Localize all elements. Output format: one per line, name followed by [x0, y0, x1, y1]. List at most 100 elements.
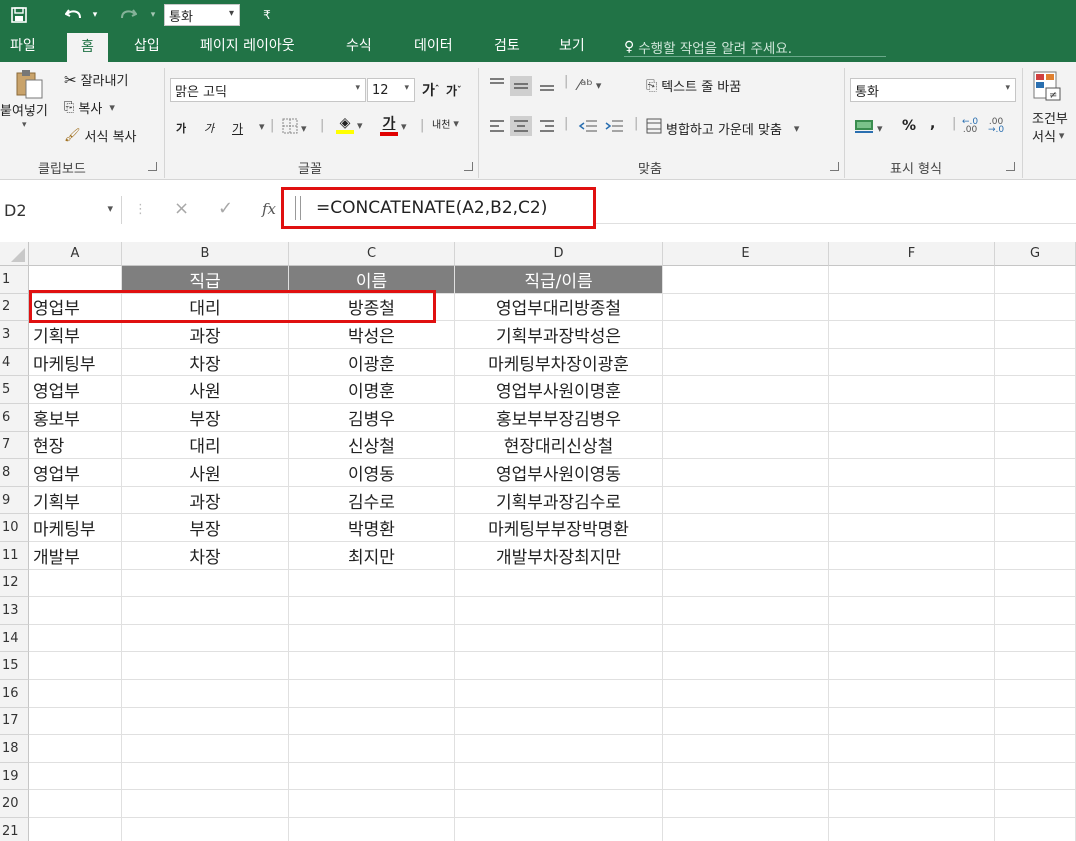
tab-insert[interactable]: 삽입	[132, 30, 162, 62]
cell-d13[interactable]	[455, 597, 663, 625]
cell-g21[interactable]	[995, 818, 1076, 841]
cell-a12[interactable]	[29, 569, 122, 598]
paste-icon[interactable]	[4, 70, 54, 99]
cell-c5[interactable]: 이명훈	[289, 376, 455, 404]
cell-d11[interactable]: 개발부차장최지만	[455, 542, 663, 570]
cell-e13[interactable]	[663, 597, 829, 625]
row-header[interactable]: 11	[0, 542, 29, 570]
font-name-dropdown[interactable]: 맑은 고딕 ▾	[170, 78, 366, 102]
cell-d18[interactable]	[455, 735, 663, 763]
cell-e21[interactable]	[663, 818, 829, 841]
cell-a11[interactable]: 개발부	[29, 542, 122, 570]
cancel-icon[interactable]: ×	[174, 198, 189, 219]
format-painter-button[interactable]: 🖌 서식 복사	[64, 126, 137, 145]
cell-d8[interactable]: 영업부사원이영동	[455, 459, 663, 487]
cell-b6[interactable]: 부장	[122, 404, 289, 432]
cell-e3[interactable]	[663, 321, 829, 349]
cell-c7[interactable]: 신상철	[289, 431, 455, 460]
column-header-g[interactable]: G	[995, 242, 1076, 266]
cell-b7[interactable]: 대리	[122, 431, 289, 460]
cell-c16[interactable]	[289, 680, 455, 708]
increase-decimal-icon[interactable]: ←.0.00	[962, 118, 978, 135]
bold-button[interactable]: 가	[176, 120, 186, 136]
cell-c15[interactable]	[289, 652, 455, 680]
cell-g11[interactable]	[995, 542, 1076, 570]
borders-button[interactable]: ▾	[282, 118, 307, 138]
tab-formulas[interactable]: 수식	[344, 30, 374, 62]
row-header[interactable]: 15	[0, 652, 29, 680]
cell-a14[interactable]	[29, 624, 122, 653]
cell-f3[interactable]	[829, 321, 995, 349]
row-header[interactable]: 1	[0, 266, 29, 294]
cell-c4[interactable]: 이광훈	[289, 348, 455, 377]
cell-c17[interactable]	[289, 707, 455, 736]
row-header[interactable]: 12	[0, 569, 29, 598]
cell-g17[interactable]	[995, 707, 1076, 736]
merge-center-button[interactable]: 병합하고 가운데 맞춤 ▾	[646, 118, 799, 138]
tab-file[interactable]: 파일	[8, 30, 38, 62]
cell-g14[interactable]	[995, 624, 1076, 653]
number-format-dropdown[interactable]: 통화 ▾	[850, 78, 1016, 102]
conditional-format-icon[interactable]: ≠	[1032, 70, 1062, 102]
underline-dropdown-icon[interactable]: ▾	[256, 120, 265, 133]
cell-a5[interactable]: 영업부	[29, 376, 122, 404]
cell-e1[interactable]	[663, 266, 829, 294]
cell-g5[interactable]	[995, 376, 1076, 404]
cell-a19[interactable]	[29, 762, 122, 791]
style-combo[interactable]: 통화 ▾	[164, 4, 240, 26]
align-center-icon[interactable]	[510, 116, 532, 136]
cell-b9[interactable]: 과장	[122, 486, 289, 515]
cell-c20[interactable]	[289, 790, 455, 818]
cell-c6[interactable]: 김병우	[289, 404, 455, 432]
shrink-font-button[interactable]: 가ˇ	[446, 82, 462, 99]
cell-b18[interactable]	[122, 735, 289, 763]
cell-e7[interactable]	[663, 431, 829, 460]
row-header[interactable]: 2	[0, 293, 29, 322]
cell-b13[interactable]	[122, 597, 289, 625]
cell-f21[interactable]	[829, 818, 995, 841]
cell-c11[interactable]: 최지만	[289, 542, 455, 570]
paste-button[interactable]: 붙여넣기	[0, 100, 48, 119]
cell-a9[interactable]: 기획부	[29, 486, 122, 515]
underline-button[interactable]: 가	[232, 120, 243, 137]
cell-c18[interactable]	[289, 735, 455, 763]
row-header[interactable]: 13	[0, 597, 29, 625]
cell-c14[interactable]	[289, 624, 455, 653]
decrease-indent-icon[interactable]	[578, 118, 598, 134]
cell-b10[interactable]: 부장	[122, 514, 289, 542]
cell-a17[interactable]	[29, 707, 122, 736]
cell-f11[interactable]	[829, 542, 995, 570]
cell-a4[interactable]: 마케팅부	[29, 348, 122, 377]
cell-g7[interactable]	[995, 431, 1076, 460]
cell-d10[interactable]: 마케팅부부장박명환	[455, 514, 663, 542]
cell-e12[interactable]	[663, 569, 829, 598]
cell-e20[interactable]	[663, 790, 829, 818]
cell-d19[interactable]	[455, 762, 663, 791]
cell-e18[interactable]	[663, 735, 829, 763]
column-header-e[interactable]: E	[663, 242, 829, 266]
cell-d16[interactable]	[455, 680, 663, 708]
cell-e2[interactable]	[663, 293, 829, 322]
tab-view[interactable]: 보기	[557, 30, 587, 62]
cell-e10[interactable]	[663, 514, 829, 542]
cell-b5[interactable]: 사원	[122, 376, 289, 404]
cell-d3[interactable]: 기획부과장박성은	[455, 321, 663, 349]
cell-g13[interactable]	[995, 597, 1076, 625]
cell-e15[interactable]	[663, 652, 829, 680]
align-right-icon[interactable]	[538, 118, 556, 134]
cell-d21[interactable]	[455, 818, 663, 841]
cell-c21[interactable]	[289, 818, 455, 841]
cell-b11[interactable]: 차장	[122, 542, 289, 570]
row-header[interactable]: 5	[0, 376, 29, 404]
column-header-d[interactable]: D	[455, 242, 663, 266]
cell-f14[interactable]	[829, 624, 995, 653]
row-header[interactable]: 8	[0, 459, 29, 487]
row-header[interactable]: 21	[0, 818, 29, 841]
undo-dropdown-icon[interactable]: ▾	[90, 4, 100, 26]
row-header[interactable]: 9	[0, 486, 29, 515]
customize-icon[interactable]: ₹	[260, 4, 274, 26]
cell-g20[interactable]	[995, 790, 1076, 818]
cell-f2[interactable]	[829, 293, 995, 322]
cell-f16[interactable]	[829, 680, 995, 708]
cell-c3[interactable]: 박성은	[289, 321, 455, 349]
